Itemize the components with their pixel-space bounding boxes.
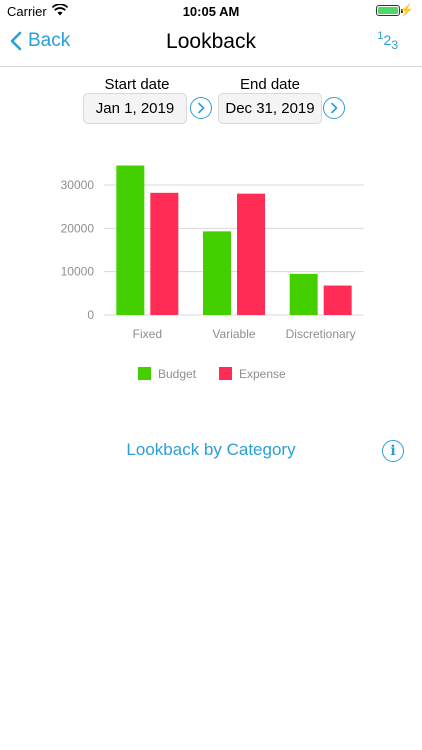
end-date-field[interactable]: Dec 31, 2019 — [218, 93, 322, 124]
start-date-next-button[interactable] — [190, 97, 212, 119]
battery-icon — [376, 5, 403, 16]
clock: 10:05 AM — [182, 4, 240, 19]
start-date-field[interactable]: Jan 1, 2019 — [83, 93, 187, 124]
x-tick-label: Variable — [212, 327, 255, 341]
legend-label-budget: Budget — [158, 367, 197, 381]
bar-expense-variable — [237, 193, 265, 315]
navigation-bar: Back Lookback 123 — [0, 24, 422, 67]
bar-expense-fixed — [150, 192, 179, 315]
y-tick-label: 20000 — [61, 221, 95, 235]
legend-label-expense: Expense — [239, 367, 286, 381]
y-tick-label: 0 — [87, 308, 94, 322]
bar-budget-discretionary — [289, 273, 318, 315]
bar-budget-variable — [203, 231, 231, 315]
end-date-label: End date — [239, 76, 301, 93]
y-tick-label: 10000 — [61, 265, 95, 279]
y-tick-label: 30000 — [61, 178, 95, 192]
x-tick-label: Fixed — [133, 327, 162, 341]
back-button[interactable]: Back — [10, 30, 70, 52]
bar-budget-fixed — [116, 165, 145, 315]
bar-expense-discretionary — [323, 285, 352, 315]
budget-expense-chart: 0 10000 20000 30000 Fixed Variable Discretiona… — [61, 165, 364, 381]
chevron-left-icon — [10, 31, 22, 51]
status-bar: Carrier 10:05 AM ⚡ — [0, 0, 422, 24]
lookback-by-category-link[interactable]: Lookback by Category — [0, 440, 422, 460]
legend-swatch-budget — [138, 367, 151, 380]
info-icon[interactable]: i — [382, 440, 404, 462]
chevron-right-icon — [331, 102, 338, 114]
chevron-right-icon — [198, 102, 205, 114]
back-label: Back — [28, 30, 71, 51]
charging-icon: ⚡ — [399, 3, 414, 17]
x-tick-label: Discretionary — [286, 327, 356, 341]
start-date-label: Start date — [104, 76, 170, 93]
legend-swatch-expense — [219, 367, 232, 380]
123-sort-icon[interactable]: 123 — [377, 30, 398, 52]
end-date-next-button[interactable] — [323, 97, 345, 119]
